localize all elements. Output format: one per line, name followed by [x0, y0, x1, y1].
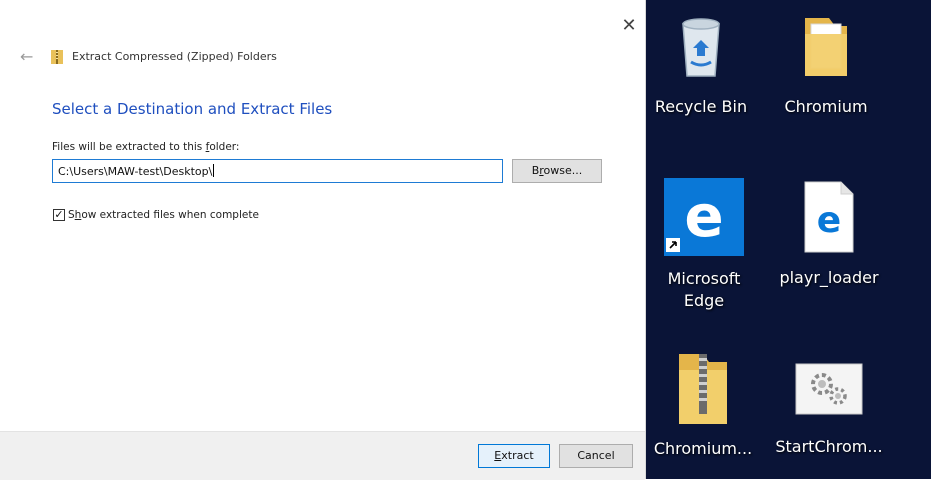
text-caret [213, 164, 215, 177]
svg-text:e: e [684, 182, 723, 250]
recycle-bin-icon [682, 18, 720, 77]
extract-dialog: ✕ ← Extract Compressed (Zipped) Folders … [0, 0, 646, 480]
svg-text:e: e [817, 200, 841, 241]
desktop-icon-playr-loader[interactable]: e playr_loader [774, 180, 884, 289]
edge-label-line1: Microsoft [667, 269, 741, 288]
settings-file-icon [795, 363, 863, 415]
desktop-icon-recycle-bin[interactable]: Recycle Bin [646, 10, 756, 118]
destination-path-input[interactable]: C:\Users\MAW-test\Desktop\ [52, 159, 503, 183]
chromium-zip-label: Chromium... [653, 439, 753, 458]
show-files-checkbox-label[interactable]: Show extracted files when complete [68, 209, 259, 222]
recycle-bin-label: Recycle Bin [654, 97, 748, 116]
zip-folder-icon [679, 354, 727, 424]
startchrom-label: StartChrom... [775, 437, 883, 456]
desktop-icon-microsoft-edge[interactable]: e Microsoft Edge [649, 178, 759, 312]
browse-button[interactable]: Browse... [512, 159, 602, 183]
desktop-icon-startchrom[interactable]: StartChrom... [774, 360, 884, 458]
desktop-icon-chromium-folder[interactable]: Chromium [771, 12, 881, 118]
edge-shortcut-icon: e [664, 178, 744, 256]
destination-label: Files will be extracted to this folder: [52, 141, 240, 153]
edge-label-line2: Edge [683, 291, 725, 310]
folder-icon [805, 18, 847, 76]
chromium-folder-label: Chromium [784, 97, 868, 116]
dialog-title: Extract Compressed (Zipped) Folders [72, 50, 277, 63]
zip-folder-icon [51, 50, 63, 64]
page-heading: Select a Destination and Extract Files [52, 100, 333, 118]
desktop-icon-chromium-zip[interactable]: Chromium... [648, 350, 758, 460]
playr-loader-label: playr_loader [779, 268, 879, 287]
desktop: Recycle Bin Chromium e Microsoft Edge e … [646, 0, 931, 479]
cancel-button[interactable]: Cancel [559, 444, 633, 468]
close-icon[interactable]: ✕ [619, 16, 639, 36]
show-files-checkbox[interactable]: ✓ [53, 209, 65, 221]
back-arrow-icon[interactable]: ← [20, 48, 38, 66]
edge-file-icon: e [804, 181, 854, 253]
extract-button[interactable]: Extract [478, 444, 550, 468]
